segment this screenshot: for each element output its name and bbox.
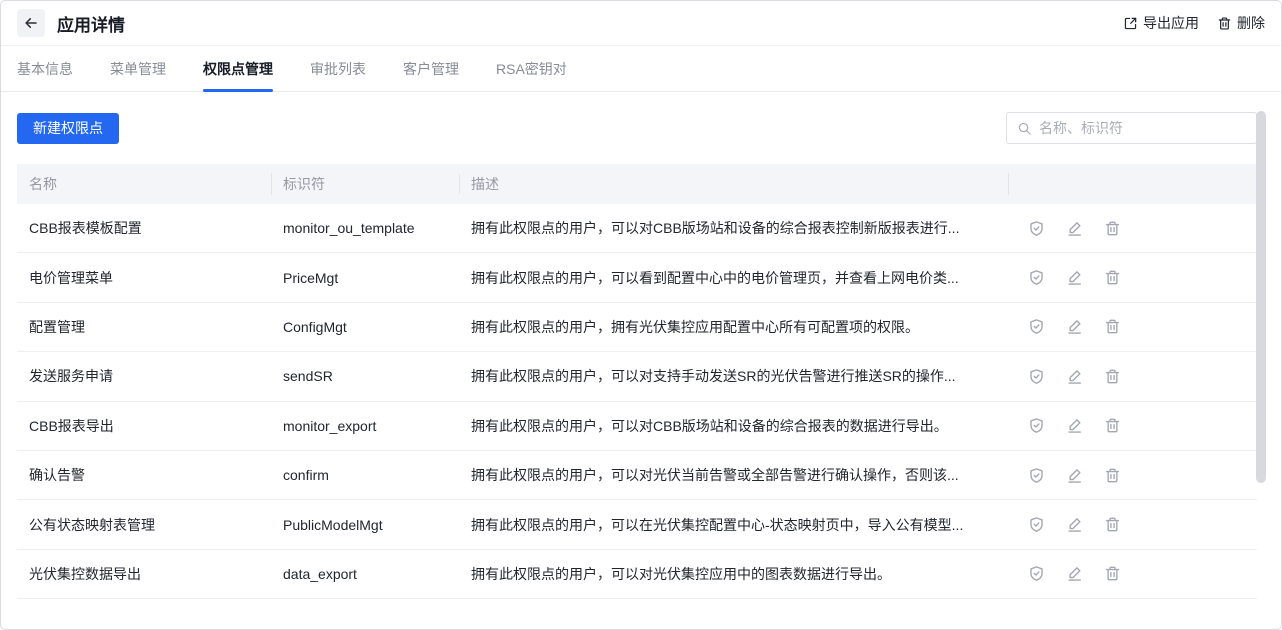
delete-icon[interactable] [1104, 417, 1121, 434]
permission-description: 拥有此权限点的用户，可以对支持手动发送SR的光伏告警进行推送SR的操作... [459, 366, 1008, 386]
edit-icon[interactable] [1066, 368, 1083, 385]
table-row: 电价管理菜单 PriceMgt 拥有此权限点的用户，可以看到配置中心中的电价管理… [17, 253, 1257, 302]
row-actions [1008, 269, 1257, 286]
delete-icon[interactable] [1104, 220, 1121, 237]
column-header-name: 名称 [17, 174, 271, 194]
permission-identifier: ConfigMgt [271, 319, 459, 335]
edit-icon[interactable] [1066, 516, 1083, 533]
permission-name: 确认告警 [17, 465, 271, 485]
edit-icon[interactable] [1066, 417, 1083, 434]
permission-name: CBB报表模板配置 [17, 218, 271, 238]
delete-icon[interactable] [1104, 565, 1121, 582]
export-app-label: 导出应用 [1143, 13, 1199, 33]
edit-icon[interactable] [1066, 220, 1083, 237]
delete-app-label: 删除 [1237, 13, 1265, 33]
row-actions [1008, 467, 1257, 484]
permission-name: CBB报表导出 [17, 416, 271, 436]
shield-check-icon[interactable] [1028, 565, 1045, 582]
permission-identifier: PublicModelMgt [271, 517, 459, 533]
shield-check-icon[interactable] [1028, 467, 1045, 484]
permission-description: 拥有此权限点的用户，可以对光伏集控应用中的图表数据进行导出。 [459, 564, 1008, 584]
permission-identifier: PriceMgt [271, 270, 459, 286]
trash-icon [1217, 16, 1232, 31]
top-bar-actions: 导出应用 删除 [1123, 13, 1265, 33]
table-row: 发送服务申请 sendSR 拥有此权限点的用户，可以对支持手动发送SR的光伏告警… [17, 352, 1257, 401]
application-details-page: 应用详情 导出应用 删除 基本信息 菜单管理 权限点管理 审批列表 客户管理 R… [0, 0, 1282, 630]
permission-name: 发送服务申请 [17, 366, 271, 386]
search-icon [1017, 121, 1032, 136]
delete-icon[interactable] [1104, 467, 1121, 484]
export-icon [1123, 16, 1138, 31]
permission-description: 拥有此权限点的用户，可以对光伏当前告警或全部告警进行确认操作，否则该... [459, 465, 1008, 485]
permission-identifier: data_export [271, 566, 459, 582]
shield-check-icon[interactable] [1028, 368, 1045, 385]
permission-identifier: sendSR [271, 368, 459, 384]
shield-check-icon[interactable] [1028, 516, 1045, 533]
search-box[interactable] [1006, 112, 1257, 144]
row-actions [1008, 516, 1257, 533]
vertical-scrollbar[interactable] [1256, 111, 1266, 483]
edit-icon[interactable] [1066, 565, 1083, 582]
delete-icon[interactable] [1104, 269, 1121, 286]
row-actions [1008, 318, 1257, 335]
row-actions [1008, 368, 1257, 385]
back-button[interactable] [17, 9, 45, 37]
shield-check-icon[interactable] [1028, 269, 1045, 286]
permission-description: 拥有此权限点的用户，可以在光伏集控配置中心-状态映射页中，导入公有模型... [459, 515, 1008, 535]
tab-content: 新建权限点 名称 标识符 描述 CBB报表模板配置 monitor_ou_tem… [1, 92, 1281, 599]
table-row: 公有状态映射表管理 PublicModelMgt 拥有此权限点的用户，可以在光伏… [17, 500, 1257, 549]
edit-icon[interactable] [1066, 467, 1083, 484]
row-actions [1008, 220, 1257, 237]
permission-identifier: monitor_export [271, 418, 459, 434]
new-permission-point-button[interactable]: 新建权限点 [17, 113, 119, 144]
table-row: 配置管理 ConfigMgt 拥有此权限点的用户，拥有光伏集控应用配置中心所有可… [17, 303, 1257, 352]
permission-name: 配置管理 [17, 317, 271, 337]
table-row: CBB报表模板配置 monitor_ou_template 拥有此权限点的用户，… [17, 204, 1257, 253]
permission-description: 拥有此权限点的用户，可以对CBB版场站和设备的综合报表的数据进行导出。 [459, 416, 1008, 436]
tab-basic-info[interactable]: 基本信息 [17, 46, 73, 91]
row-actions [1008, 417, 1257, 434]
table-row: CBB报表导出 monitor_export 拥有此权限点的用户，可以对CBB版… [17, 402, 1257, 451]
permission-identifier: monitor_ou_template [271, 220, 459, 236]
table-row: 确认告警 confirm 拥有此权限点的用户，可以对光伏当前告警或全部告警进行确… [17, 451, 1257, 500]
permission-name: 公有状态映射表管理 [17, 515, 271, 535]
row-actions [1008, 565, 1257, 582]
delete-app-button[interactable]: 删除 [1217, 13, 1265, 33]
permission-description: 拥有此权限点的用户，拥有光伏集控应用配置中心所有可配置项的权限。 [459, 317, 1008, 337]
permission-description: 拥有此权限点的用户，可以对CBB版场站和设备的综合报表控制新版报表进行... [459, 218, 1008, 238]
top-bar: 应用详情 导出应用 删除 [1, 1, 1281, 46]
permission-description: 拥有此权限点的用户，可以看到配置中心中的电价管理页，并查看上网电价类... [459, 268, 1008, 288]
permission-points-table: 名称 标识符 描述 CBB报表模板配置 monitor_ou_template … [17, 164, 1257, 599]
shield-check-icon[interactable] [1028, 220, 1045, 237]
tab-customer-management[interactable]: 客户管理 [403, 46, 459, 91]
arrow-left-icon [23, 15, 39, 31]
permission-name: 电价管理菜单 [17, 268, 271, 288]
permission-identifier: confirm [271, 467, 459, 483]
delete-icon[interactable] [1104, 368, 1121, 385]
column-header-description: 描述 [459, 174, 1008, 194]
tab-menu-management[interactable]: 菜单管理 [110, 46, 166, 91]
edit-icon[interactable] [1066, 318, 1083, 335]
permission-name: 光伏集控数据导出 [17, 564, 271, 584]
tab-approval-list[interactable]: 审批列表 [310, 46, 366, 91]
tab-permission-points[interactable]: 权限点管理 [203, 46, 273, 91]
table-header-row: 名称 标识符 描述 [17, 164, 1257, 204]
table-row: 光伏集控数据导出 data_export 拥有此权限点的用户，可以对光伏集控应用… [17, 550, 1257, 599]
toolbar: 新建权限点 [17, 112, 1257, 144]
tab-rsa-keypair[interactable]: RSA密钥对 [496, 46, 567, 91]
column-header-identifier: 标识符 [271, 174, 459, 194]
export-app-button[interactable]: 导出应用 [1123, 13, 1199, 33]
tab-bar: 基本信息 菜单管理 权限点管理 审批列表 客户管理 RSA密钥对 [1, 46, 1281, 92]
shield-check-icon[interactable] [1028, 318, 1045, 335]
shield-check-icon[interactable] [1028, 417, 1045, 434]
search-input[interactable] [1039, 120, 1246, 136]
delete-icon[interactable] [1104, 318, 1121, 335]
edit-icon[interactable] [1066, 269, 1083, 286]
page-title: 应用详情 [57, 11, 125, 36]
delete-icon[interactable] [1104, 516, 1121, 533]
